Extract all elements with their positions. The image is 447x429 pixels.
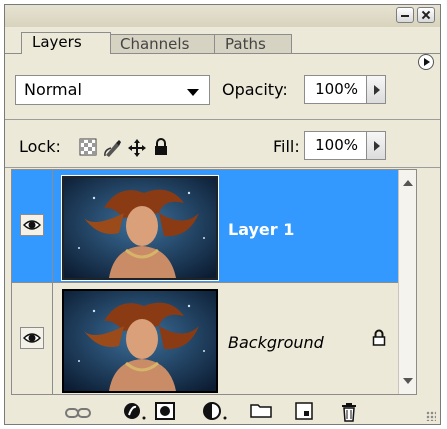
tab-layers[interactable]: Layers <box>21 32 111 54</box>
lock-label: Lock: <box>19 137 61 156</box>
lock-icon <box>372 329 386 350</box>
eye-icon <box>23 333 41 343</box>
tab-paths[interactable]: Paths <box>214 34 292 53</box>
adjustment-layer-icon[interactable] <box>203 402 229 424</box>
close-button[interactable] <box>417 7 435 23</box>
layer-style-icon[interactable] <box>123 402 147 424</box>
lock-image-pixels-icon[interactable] <box>103 138 123 158</box>
divider <box>5 167 440 168</box>
divider <box>5 119 440 120</box>
new-layer-icon[interactable] <box>295 402 313 424</box>
divider <box>52 170 53 282</box>
tab-layers-label: Layers <box>32 33 82 51</box>
visibility-toggle[interactable] <box>20 214 44 236</box>
lock-position-icon[interactable] <box>127 138 147 158</box>
layer-name[interactable]: Layer 1 <box>228 220 294 239</box>
fill-value: 100% <box>315 136 358 154</box>
resize-grip[interactable] <box>426 411 436 421</box>
opacity-input[interactable]: 100% <box>304 75 367 104</box>
blend-mode-select[interactable]: Normal <box>15 75 210 105</box>
minimize-button[interactable] <box>396 7 414 23</box>
visibility-toggle[interactable] <box>20 327 44 349</box>
layer-thumbnail[interactable] <box>62 289 218 393</box>
layer-name[interactable]: Background <box>228 333 324 352</box>
tab-paths-label: Paths <box>225 35 266 53</box>
fill-input[interactable]: 100% <box>304 131 367 160</box>
tab-channels[interactable]: Channels <box>109 34 216 53</box>
eye-icon <box>23 220 41 230</box>
scroll-up-icon[interactable] <box>403 180 413 186</box>
divider <box>52 283 53 394</box>
layer-thumbnail[interactable] <box>61 175 219 281</box>
lock-all-icon[interactable] <box>153 138 169 158</box>
trash-icon[interactable] <box>341 402 357 426</box>
layers-panel: Channels Paths Layers Normal Opacity: 10… <box>4 4 441 425</box>
scroll-down-icon[interactable] <box>403 378 413 384</box>
opacity-slider-button[interactable] <box>366 75 386 104</box>
opacity-label: Opacity: <box>222 80 288 99</box>
fill-label: Fill: <box>273 137 300 156</box>
lock-transparent-pixels-icon[interactable] <box>79 138 97 158</box>
link-icon[interactable] <box>65 404 91 423</box>
new-group-icon[interactable] <box>250 402 272 422</box>
layer-row[interactable]: Background <box>12 283 416 394</box>
opacity-value: 100% <box>315 80 358 98</box>
fill-slider-button[interactable] <box>366 131 386 160</box>
layer-mask-icon[interactable] <box>155 402 175 424</box>
chevron-down-icon <box>187 89 199 96</box>
blend-mode-value: Normal <box>24 80 82 99</box>
panel-titlebar <box>5 5 440 27</box>
layer-row[interactable]: Layer 1 <box>12 170 416 283</box>
layers-scrollbar[interactable] <box>398 170 416 394</box>
tab-channels-label: Channels <box>120 35 190 53</box>
panel-tabs: Channels Paths Layers <box>5 27 440 70</box>
layers-toolbar <box>5 393 440 425</box>
panel-menu-icon[interactable] <box>418 54 434 70</box>
layers-list: Layer 1 Background <box>11 169 417 395</box>
